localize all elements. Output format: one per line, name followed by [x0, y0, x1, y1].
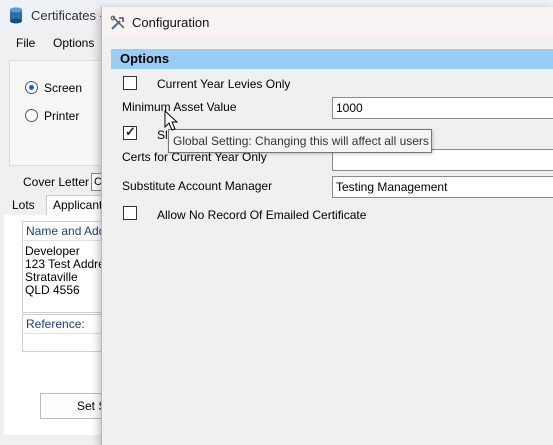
printer-radio[interactable]	[25, 109, 38, 122]
configuration-dialog: Configuration Options Current Year Levie…	[101, 7, 553, 445]
allow-no-record-label: Allow No Record Of Emailed Certificate	[157, 208, 367, 222]
substitute-account-manager-label: Substitute Account Manager	[122, 179, 273, 193]
minimum-asset-value-input[interactable]: 1000	[332, 97, 553, 119]
screen-radio[interactable]	[25, 81, 38, 94]
mouse-cursor-icon	[164, 110, 179, 131]
dialog-title: Configuration	[132, 15, 210, 30]
database-icon	[10, 7, 22, 24]
options-section-header: Options	[111, 49, 553, 69]
substitute-account-manager-input[interactable]: Testing Management	[332, 176, 553, 198]
menu-file[interactable]: File	[16, 36, 35, 50]
current-year-levies-label: Current Year Levies Only	[157, 77, 291, 91]
global-setting-tooltip: Global Setting: Changing this will affec…	[168, 129, 432, 153]
reference-box[interactable]: Reference:	[22, 314, 106, 352]
address-line: QLD 4556	[25, 283, 80, 297]
screen-label: Screen	[44, 81, 83, 95]
tab-applicant[interactable]: Applicant	[46, 195, 110, 217]
cover-letter-label: Cover Letter	[23, 175, 90, 189]
printer-label: Printer	[44, 109, 80, 123]
dialog-titlebar: Configuration	[102, 7, 553, 37]
address-header: Name and Address	[23, 222, 105, 241]
current-year-levies-checkbox[interactable]	[123, 76, 137, 90]
set-button[interactable]: Set S	[40, 393, 105, 419]
tools-icon	[110, 15, 125, 30]
partial-option-checkbox[interactable]	[123, 124, 137, 140]
allow-no-record-checkbox[interactable]	[123, 206, 137, 220]
menu-options[interactable]: Options	[53, 36, 94, 50]
tab-lots[interactable]: Lots	[12, 198, 35, 212]
tab-strip: Lots Applicant	[4, 195, 110, 217]
window-title: Certificates -	[31, 8, 104, 23]
address-box[interactable]: Name and Address Developer 123 Test Addr…	[22, 221, 106, 313]
reference-label: Reference:	[23, 315, 105, 334]
